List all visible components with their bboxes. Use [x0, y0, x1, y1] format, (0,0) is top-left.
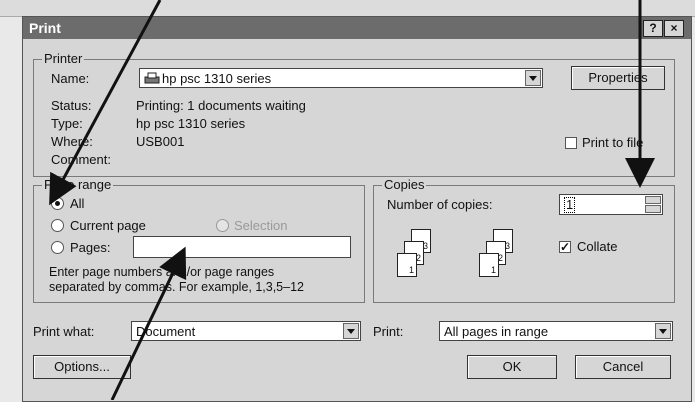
print-range-value: All pages in range [444, 324, 549, 339]
all-pages-label: All [70, 196, 85, 211]
copies-group-label: Copies [382, 177, 427, 192]
pages-input[interactable] [133, 236, 351, 258]
current-page-radio[interactable] [51, 219, 64, 232]
status-value: Printing: 1 documents waiting [136, 98, 306, 113]
print-to-file-checkbox[interactable] [565, 137, 577, 149]
page-range-group-label: Page range [42, 177, 114, 192]
copies-value: 1 [564, 197, 576, 213]
ok-button[interactable]: OK [467, 355, 557, 379]
properties-button[interactable]: Properties [571, 66, 665, 90]
collate-label: Collate [577, 239, 618, 254]
spin-up-icon[interactable] [645, 196, 661, 204]
printer-group-label: Printer [42, 51, 85, 66]
dialog-title: Print [29, 20, 61, 36]
pages-radio[interactable] [51, 241, 64, 254]
print-what-label: Print what: [33, 324, 95, 339]
chevron-down-icon[interactable] [655, 323, 671, 339]
where-value: USB001 [136, 134, 185, 149]
copies-spinner[interactable]: 1 [559, 194, 663, 215]
printer-icon [144, 72, 160, 84]
spin-down-icon[interactable] [645, 205, 661, 213]
close-icon[interactable]: × [664, 20, 684, 37]
print-to-file-label: Print to file [582, 135, 644, 150]
type-value: hp psc 1310 series [136, 116, 246, 131]
printer-name-value: hp psc 1310 series [162, 71, 272, 86]
page-icon: 1 [479, 253, 499, 277]
where-label: Where: [51, 134, 93, 149]
print-what-value: Document [136, 324, 196, 339]
print-what-select[interactable]: Document [131, 321, 361, 341]
chevron-down-icon[interactable] [525, 70, 541, 86]
cancel-button[interactable]: Cancel [575, 355, 671, 379]
page-range-help-line1: Enter page numbers and/or page ranges [49, 265, 275, 279]
print-range-select[interactable]: All pages in range [439, 321, 673, 341]
help-icon[interactable]: ? [643, 20, 663, 37]
all-pages-radio[interactable] [51, 197, 64, 210]
comment-label: Comment: [51, 152, 111, 167]
printer-name-label: Name: [51, 71, 90, 86]
options-button[interactable]: Options... [33, 355, 131, 379]
selection-radio[interactable] [216, 219, 229, 232]
selection-label: Selection [234, 218, 288, 233]
printer-name-select[interactable]: hp psc 1310 series [139, 68, 543, 88]
type-label: Type: [51, 116, 83, 131]
title-bar: Print ? × [23, 17, 691, 39]
background-ruler [0, 0, 695, 17]
page-icon: 1 [397, 253, 417, 277]
pages-label: Pages: [70, 240, 111, 255]
number-of-copies-label: Number of copies: [387, 197, 493, 212]
print-dialog: Print ? × Printer Name: hp psc 1310 seri… [22, 16, 692, 402]
print-label: Print: [373, 324, 404, 339]
chevron-down-icon[interactable] [343, 323, 359, 339]
page-range-help-line2: separated by commas. For example, 1,3,5–… [49, 280, 304, 294]
current-page-label: Current page [70, 218, 146, 233]
status-label: Status: [51, 98, 92, 113]
collate-checkbox[interactable]: ✓ [559, 241, 571, 253]
